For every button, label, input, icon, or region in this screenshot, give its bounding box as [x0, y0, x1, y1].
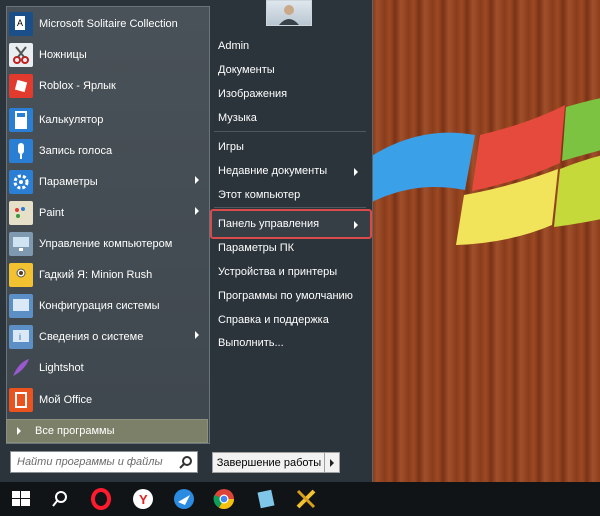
right-item-label: Документы — [218, 64, 275, 76]
right-item-games[interactable]: Игры — [218, 141, 368, 153]
minion-icon — [9, 262, 33, 287]
computer-management-icon — [9, 231, 33, 256]
wallpaper-windows-logo — [370, 98, 600, 245]
program-label: Запись голоса — [39, 144, 113, 157]
right-item-label: Устройства и принтеры — [218, 266, 338, 278]
programs-pane: A Microsoft Solitaire Collection Ножницы… — [6, 6, 210, 444]
taskbar: Y — [0, 482, 600, 516]
shutdown-button[interactable]: Завершение работы — [212, 452, 326, 473]
program-item[interactable]: A Microsoft Solitaire Collection — [9, 9, 205, 38]
svg-text:i: i — [19, 332, 21, 342]
system-info-icon: i — [9, 324, 33, 349]
divider — [214, 207, 366, 208]
notes-app-icon[interactable] — [254, 487, 278, 511]
program-item[interactable]: Гадкий Я: Minion Rush — [9, 260, 205, 289]
gear-icon — [9, 169, 33, 194]
right-item-label: Музыка — [218, 112, 257, 124]
right-item-admin[interactable]: Admin — [218, 40, 368, 52]
scissors-icon — [9, 42, 33, 67]
program-label: Roblox - Ярлык — [39, 79, 116, 92]
search-icon[interactable] — [179, 455, 193, 469]
right-item-devices-printers[interactable]: Устройства и принтеры — [218, 266, 368, 278]
right-item-run[interactable]: Выполнить... — [218, 337, 368, 349]
program-item[interactable]: Параметры — [9, 167, 205, 196]
right-item-music[interactable]: Музыка — [218, 112, 368, 124]
right-item-label: Недавние документы — [218, 165, 328, 177]
search-icon[interactable] — [48, 487, 72, 511]
program-label: Параметры — [39, 175, 98, 188]
triangle-right-icon — [17, 427, 21, 435]
right-item-help-support[interactable]: Справка и поддержка — [218, 314, 368, 326]
chrome-icon[interactable] — [212, 487, 236, 511]
program-label: Lightshot — [39, 361, 84, 374]
right-item-label: Admin — [218, 40, 250, 52]
palette-icon — [9, 200, 33, 225]
program-item[interactable]: Калькулятор — [9, 105, 205, 134]
program-item[interactable]: i Сведения о системе — [9, 322, 205, 351]
program-item[interactable]: Запись голоса — [9, 136, 205, 165]
program-label: Управление компьютером — [39, 237, 173, 250]
right-item-default-programs[interactable]: Программы по умолчанию — [218, 290, 368, 302]
program-label: Сведения о системе — [39, 330, 144, 343]
right-item-label: Изображения — [218, 88, 288, 100]
submenu-arrow-icon — [354, 221, 358, 229]
right-item-documents[interactable]: Документы — [218, 64, 368, 76]
opera-icon[interactable] — [89, 487, 113, 511]
right-item-label: Справка и поддержка — [218, 314, 329, 326]
program-item[interactable]: Lightshot — [9, 353, 205, 382]
right-item-label: Панель управления — [218, 218, 320, 230]
program-label: Конфигурация системы — [39, 299, 160, 312]
program-item[interactable]: Мой Office — [9, 385, 205, 414]
airplane-app-icon[interactable] — [172, 487, 196, 511]
search-box[interactable]: Найти программы и файлы — [10, 451, 198, 473]
right-item-pc-settings[interactable]: Параметры ПК — [218, 242, 368, 254]
program-label: Гадкий Я: Minion Rush — [39, 268, 153, 281]
right-item-pictures[interactable]: Изображения — [218, 88, 368, 100]
start-menu: A Microsoft Solitaire Collection Ножницы… — [0, 0, 373, 482]
avatar[interactable] — [266, 0, 312, 26]
submenu-arrow-icon — [195, 176, 199, 184]
right-item-label: Программы по умолчанию — [218, 290, 353, 302]
program-label: Мой Office — [39, 393, 93, 406]
cards-icon: A — [9, 11, 33, 36]
program-item[interactable]: Управление компьютером — [9, 229, 205, 258]
program-item[interactable]: Roblox - Ярлык — [9, 71, 205, 100]
program-item[interactable]: Конфигурация системы — [9, 291, 205, 320]
program-label: Ножницы — [39, 48, 87, 61]
right-item-label: Игры — [218, 141, 244, 153]
feather-icon — [9, 356, 33, 380]
office-icon — [9, 387, 33, 412]
svg-text:Y: Y — [139, 492, 148, 507]
program-label: Microsoft Solitaire Collection — [39, 17, 178, 30]
roblox-icon — [9, 73, 33, 98]
yandex-browser-icon[interactable]: Y — [131, 487, 155, 511]
submenu-arrow-icon — [195, 207, 199, 215]
submenu-arrow-icon — [195, 331, 199, 339]
program-label: Калькулятор — [39, 113, 104, 126]
right-item-control-panel[interactable]: Панель управления — [218, 218, 368, 230]
calculator-icon — [9, 107, 33, 132]
microphone-icon — [9, 138, 33, 163]
all-programs-button[interactable]: Все программы — [6, 419, 208, 443]
submenu-arrow-icon — [354, 168, 358, 176]
right-item-recent-documents[interactable]: Недавние документы — [218, 165, 368, 177]
right-item-this-computer[interactable]: Этот компьютер — [218, 189, 368, 201]
chevron-right-icon — [330, 458, 334, 467]
right-item-label: Параметры ПК — [218, 242, 295, 254]
all-programs-label: Все программы — [35, 425, 115, 437]
shutdown-options-button[interactable] — [324, 452, 340, 473]
tools-app-icon[interactable] — [294, 487, 318, 511]
right-item-label: Выполнить... — [218, 337, 284, 349]
program-item[interactable]: Ножницы — [9, 40, 205, 69]
system-config-icon — [9, 293, 33, 318]
svg-text:A: A — [17, 18, 23, 28]
program-label: Paint — [39, 206, 65, 219]
divider — [214, 131, 366, 132]
search-input[interactable]: Найти программы и файлы — [17, 456, 179, 468]
program-item[interactable]: Paint — [9, 198, 205, 227]
shutdown-label: Завершение работы — [216, 456, 322, 469]
right-item-label: Этот компьютер — [218, 189, 301, 201]
windows-start-icon[interactable] — [9, 487, 33, 511]
